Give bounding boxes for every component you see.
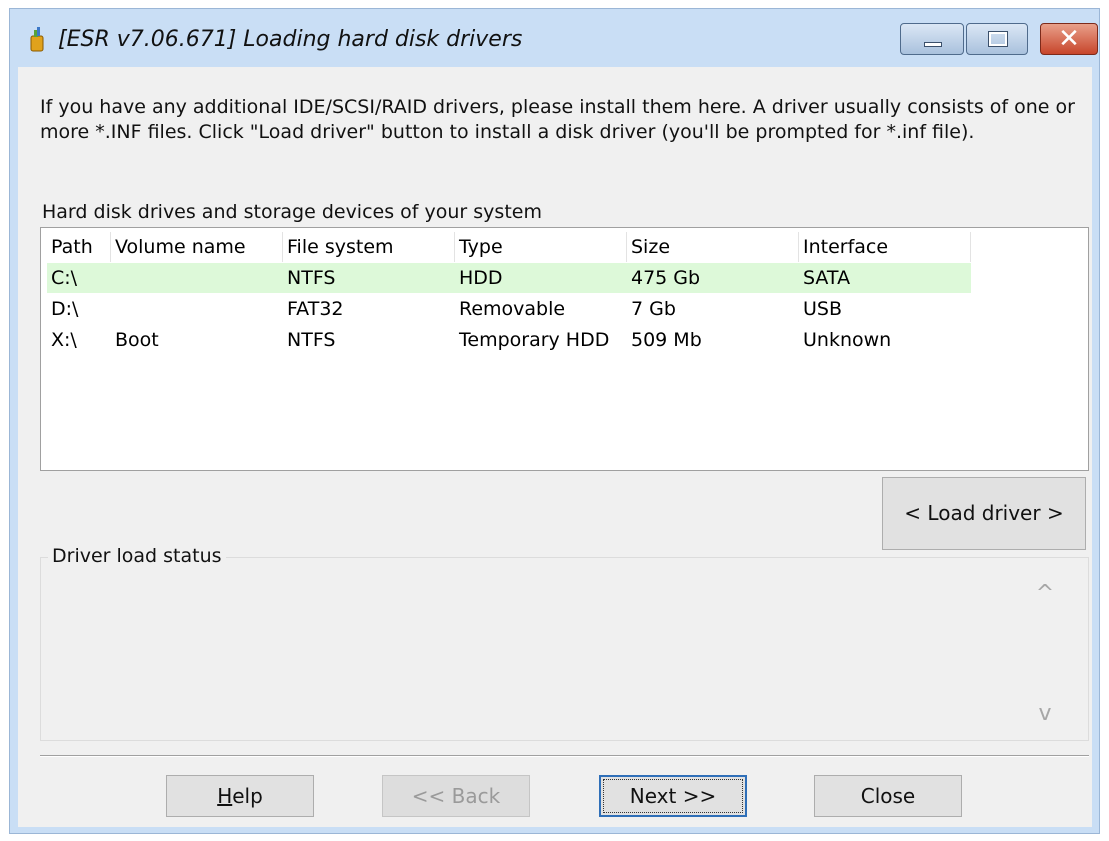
cell-path: X:\ xyxy=(51,329,77,351)
load-driver-button[interactable]: < Load driver > xyxy=(882,477,1086,550)
window-frame: [ESR v7.06.671] Loading hard disk driver… xyxy=(9,8,1100,834)
scroll-up-icon[interactable]: ^ xyxy=(1030,579,1060,609)
table-row[interactable]: X:\ Boot NTFS Temporary HDD 509 Mb Unkno… xyxy=(47,325,971,355)
column-header-file-system[interactable]: File system xyxy=(283,232,455,262)
table-row[interactable]: D:\ FAT32 Removable 7 Gb USB xyxy=(47,294,971,324)
minimize-icon xyxy=(924,42,942,47)
cell-interface: USB xyxy=(803,298,843,320)
status-scrollbar[interactable]: ^ v xyxy=(1030,571,1060,731)
cell-file-system: NTFS xyxy=(287,329,336,351)
cell-size: 509 Mb xyxy=(631,329,702,351)
window-title: [ESR v7.06.671] Loading hard disk driver… xyxy=(58,27,523,52)
app-icon xyxy=(30,27,44,52)
title-bar[interactable]: [ESR v7.06.671] Loading hard disk driver… xyxy=(10,9,1099,67)
cell-interface: Unknown xyxy=(803,329,892,351)
back-button[interactable]: << Back xyxy=(382,775,530,817)
cell-volume-name xyxy=(111,263,283,293)
driver-status-log[interactable] xyxy=(42,574,1072,734)
intro-line-2: more *.INF files. Click "Load driver" bu… xyxy=(40,121,975,143)
cell-type: Temporary HDD xyxy=(459,329,610,351)
driver-status-group xyxy=(40,557,1089,741)
help-accelerator: H xyxy=(217,784,233,808)
column-header-type[interactable]: Type xyxy=(455,232,627,262)
cell-path: D:\ xyxy=(51,298,79,320)
cell-path: C:\ xyxy=(51,267,78,289)
dialog-body: If you have any additional IDE/SCSI/RAID… xyxy=(18,67,1092,827)
cell-volume-name xyxy=(111,294,283,324)
intro-text: If you have any additional IDE/SCSI/RAID… xyxy=(40,95,1090,145)
cell-interface: SATA xyxy=(803,267,851,289)
minimize-button[interactable] xyxy=(900,23,964,55)
close-icon: ✕ xyxy=(1058,24,1080,54)
scroll-down-icon[interactable]: v xyxy=(1030,699,1060,729)
cell-size: 7 Gb xyxy=(631,298,676,320)
column-header-path[interactable]: Path xyxy=(47,232,111,262)
maximize-button[interactable] xyxy=(966,23,1028,55)
column-header-volume-name[interactable]: Volume name xyxy=(111,232,283,262)
help-label: elp xyxy=(232,784,263,808)
next-button[interactable]: Next >> xyxy=(599,775,747,817)
cell-file-system: NTFS xyxy=(287,267,336,289)
help-button[interactable]: Help xyxy=(166,775,314,817)
close-button[interactable]: Close xyxy=(814,775,962,817)
column-header-interface[interactable]: Interface xyxy=(799,232,971,262)
cell-volume-name: Boot xyxy=(115,329,159,351)
focus-rect xyxy=(603,779,743,813)
intro-line-1: If you have any additional IDE/SCSI/RAID… xyxy=(40,96,1075,118)
cell-size: 475 Gb xyxy=(631,267,701,289)
cell-file-system: FAT32 xyxy=(287,298,344,320)
drives-list[interactable]: Path Volume name File system Type Size I… xyxy=(40,227,1089,471)
cell-type: Removable xyxy=(459,298,566,320)
divider xyxy=(40,755,1089,757)
table-row[interactable]: C:\ NTFS HDD 475 Gb SATA xyxy=(47,263,971,293)
column-header-size[interactable]: Size xyxy=(627,232,799,262)
driver-status-label: Driver load status xyxy=(48,545,226,567)
maximize-icon xyxy=(989,32,1007,46)
cell-type: HDD xyxy=(459,267,503,289)
drives-caption: Hard disk drives and storage devices of … xyxy=(42,201,542,223)
close-window-button[interactable]: ✕ xyxy=(1040,23,1098,55)
